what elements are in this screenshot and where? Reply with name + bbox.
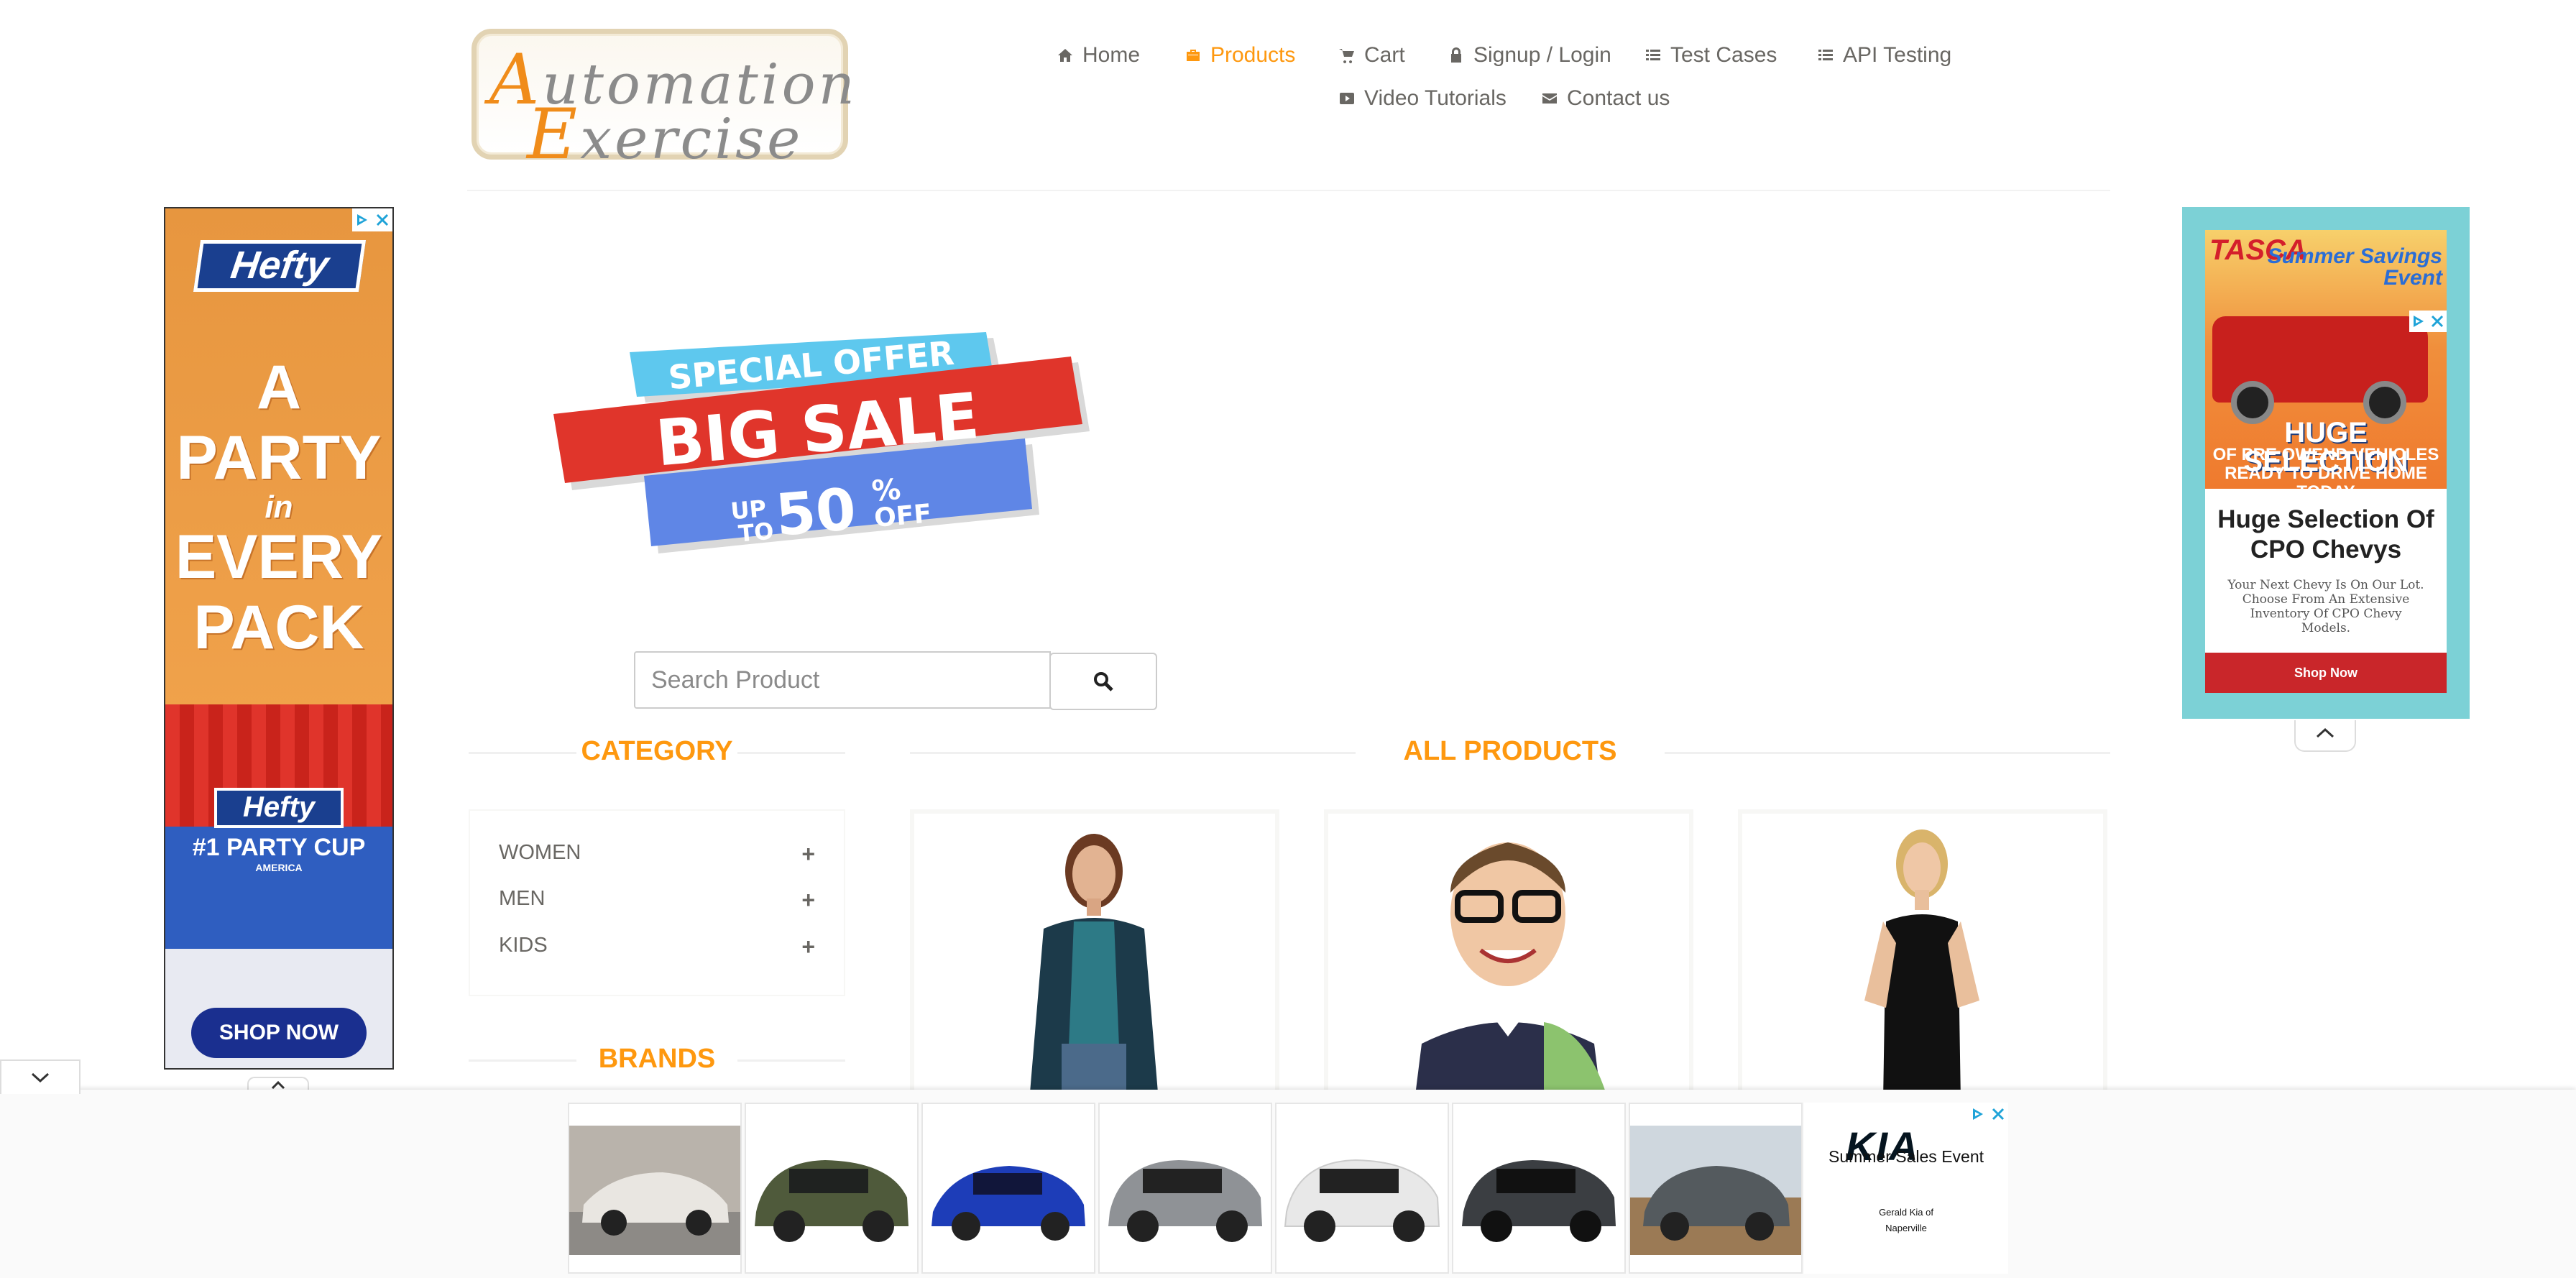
category-title-line xyxy=(469,752,576,754)
lock-icon xyxy=(1451,47,1461,63)
ad-right-controls[interactable] xyxy=(2409,311,2447,332)
ad-car-tile[interactable] xyxy=(568,1103,742,1274)
close-icon[interactable] xyxy=(1990,1106,2006,1122)
nav-contact[interactable]: Contact us xyxy=(1541,86,1670,111)
cart-icon xyxy=(1339,49,1354,63)
ad-right-shop-now-button[interactable]: Shop Now xyxy=(2205,653,2447,693)
search-button[interactable] xyxy=(1049,653,1157,710)
category-title: CATEGORY xyxy=(581,736,733,766)
plus-icon[interactable]: + xyxy=(801,841,815,868)
ad-left-headline: A PARTY in EVERY PACK xyxy=(175,353,383,662)
search-input[interactable] xyxy=(634,651,1051,709)
logo-line-2: Exercise xyxy=(527,94,804,175)
ad-right-image: TASCA Summer Savings Event HUGE SELECTIO… xyxy=(2205,230,2447,489)
ad-car-tile[interactable] xyxy=(921,1103,1095,1274)
ad-left-controls[interactable] xyxy=(352,208,392,231)
product-card[interactable] xyxy=(1738,809,2107,1097)
category-label: MEN xyxy=(499,887,546,910)
ad-car-tile[interactable] xyxy=(1629,1103,1803,1274)
brands-title-line xyxy=(469,1059,576,1062)
ad-left-hefty[interactable]: Hefty A PARTY in EVERY PACK Hefty #1 PAR… xyxy=(164,207,394,1070)
product-card[interactable] xyxy=(910,809,1279,1097)
nav-home[interactable]: Home xyxy=(1057,43,1140,68)
products-icon xyxy=(1187,50,1200,61)
category-women[interactable]: WOMEN + xyxy=(499,841,815,868)
nav-api-testing-label: API Testing xyxy=(1843,43,1952,67)
close-icon[interactable] xyxy=(374,212,390,228)
kia-sales-title: Summer Sales Event xyxy=(1828,1147,1984,1166)
adchoices-icon[interactable] xyxy=(2411,313,2426,329)
video-icon xyxy=(1340,93,1354,104)
ad-left-product-image: Hefty #1 PARTY CUP AMERICA xyxy=(165,704,392,949)
adchoices-icon[interactable] xyxy=(354,212,370,228)
plus-icon[interactable]: + xyxy=(801,887,815,914)
banner-50: 50 xyxy=(773,475,858,548)
header-divider xyxy=(467,190,2110,191)
adchoices-icon[interactable] xyxy=(1970,1106,1986,1122)
nav-signup-login[interactable]: Signup / Login xyxy=(1448,43,1611,68)
ad-car-tile[interactable] xyxy=(745,1103,919,1274)
ad-left-brand: Hefty xyxy=(193,240,367,292)
product-image xyxy=(1864,829,1979,1093)
product-image xyxy=(1030,834,1158,1093)
ad-bottom-controls[interactable] xyxy=(1968,1103,2008,1126)
ad-left-shop-now-button[interactable]: SHOP NOW xyxy=(191,1008,367,1058)
nav-api-testing[interactable]: API Testing xyxy=(1817,43,1951,68)
envelope-icon xyxy=(1542,93,1557,104)
nav-video-label: Video Tutorials xyxy=(1364,86,1506,110)
chevron-up-icon xyxy=(2316,727,2334,738)
close-icon[interactable] xyxy=(2429,313,2445,329)
category-label: KIDS xyxy=(499,934,548,957)
brands-title-line xyxy=(737,1059,845,1062)
product-card[interactable] xyxy=(1324,809,1693,1097)
nav-home-label: Home xyxy=(1082,43,1141,67)
category-title-line xyxy=(737,752,845,754)
category-men[interactable]: MEN + xyxy=(499,887,815,914)
nav-products-label: Products xyxy=(1210,43,1296,67)
nav-cart[interactable]: Cart xyxy=(1338,43,1405,68)
site-logo[interactable]: Automation Exercise xyxy=(472,29,855,175)
products-title-line xyxy=(910,752,1356,754)
chevron-down-icon xyxy=(31,1072,50,1083)
banner-off: OFF xyxy=(873,499,933,533)
sale-banner: SPECIAL OFFER BIG SALE UP TO 50 % OFF xyxy=(553,332,1090,553)
nav-test-cases-label: Test Cases xyxy=(1670,43,1777,67)
ad-right-card: Huge Selection Of CPO Chevys Your Next C… xyxy=(2205,489,2447,693)
search-icon xyxy=(1094,672,1113,691)
nav-cart-label: Cart xyxy=(1364,43,1405,67)
nav-contact-label: Contact us xyxy=(1567,86,1670,110)
ad-right-tasca[interactable]: TASCA Summer Savings Event HUGE SELECTIO… xyxy=(2182,207,2470,719)
ad-right-collapse-handle[interactable] xyxy=(2294,720,2356,752)
home-icon xyxy=(1058,49,1072,62)
ad-car-tile[interactable] xyxy=(1452,1103,1626,1274)
nav-test-cases[interactable]: Test Cases xyxy=(1644,43,1777,68)
products-title-line xyxy=(1665,752,2110,754)
plus-icon[interactable]: + xyxy=(801,934,815,960)
ad-kia-brand-box[interactable]: KIA Summer Sales Event Gerald Kia of Nap… xyxy=(1804,1103,2008,1274)
ad-right-title: Huge Selection Of CPO Chevys xyxy=(2217,505,2434,564)
ad-right-body: Your Next Chevy Is On Our Lot. Choose Fr… xyxy=(2227,578,2424,635)
kia-dealer: Gerald Kia of Naperville xyxy=(1879,1207,1933,1233)
product-image xyxy=(1415,842,1606,1093)
category-label: WOMEN xyxy=(499,841,581,864)
brands-title: BRANDS xyxy=(598,1044,716,1074)
nav-signup-label: Signup / Login xyxy=(1473,43,1611,67)
ad-car-tile[interactable] xyxy=(1098,1103,1272,1274)
nav-video-tutorials[interactable]: Video Tutorials xyxy=(1338,86,1506,111)
category-kids[interactable]: KIDS + xyxy=(499,934,815,960)
banner-to: TO xyxy=(737,517,775,547)
list-icon xyxy=(1646,50,1660,60)
bottom-ad-collapse-toggle[interactable] xyxy=(0,1059,80,1094)
list-icon xyxy=(1818,50,1833,60)
nav-products[interactable]: Products xyxy=(1184,43,1295,68)
all-products-title: ALL PRODUCTS xyxy=(1403,736,1617,766)
ad-car-tile[interactable] xyxy=(1275,1103,1449,1274)
